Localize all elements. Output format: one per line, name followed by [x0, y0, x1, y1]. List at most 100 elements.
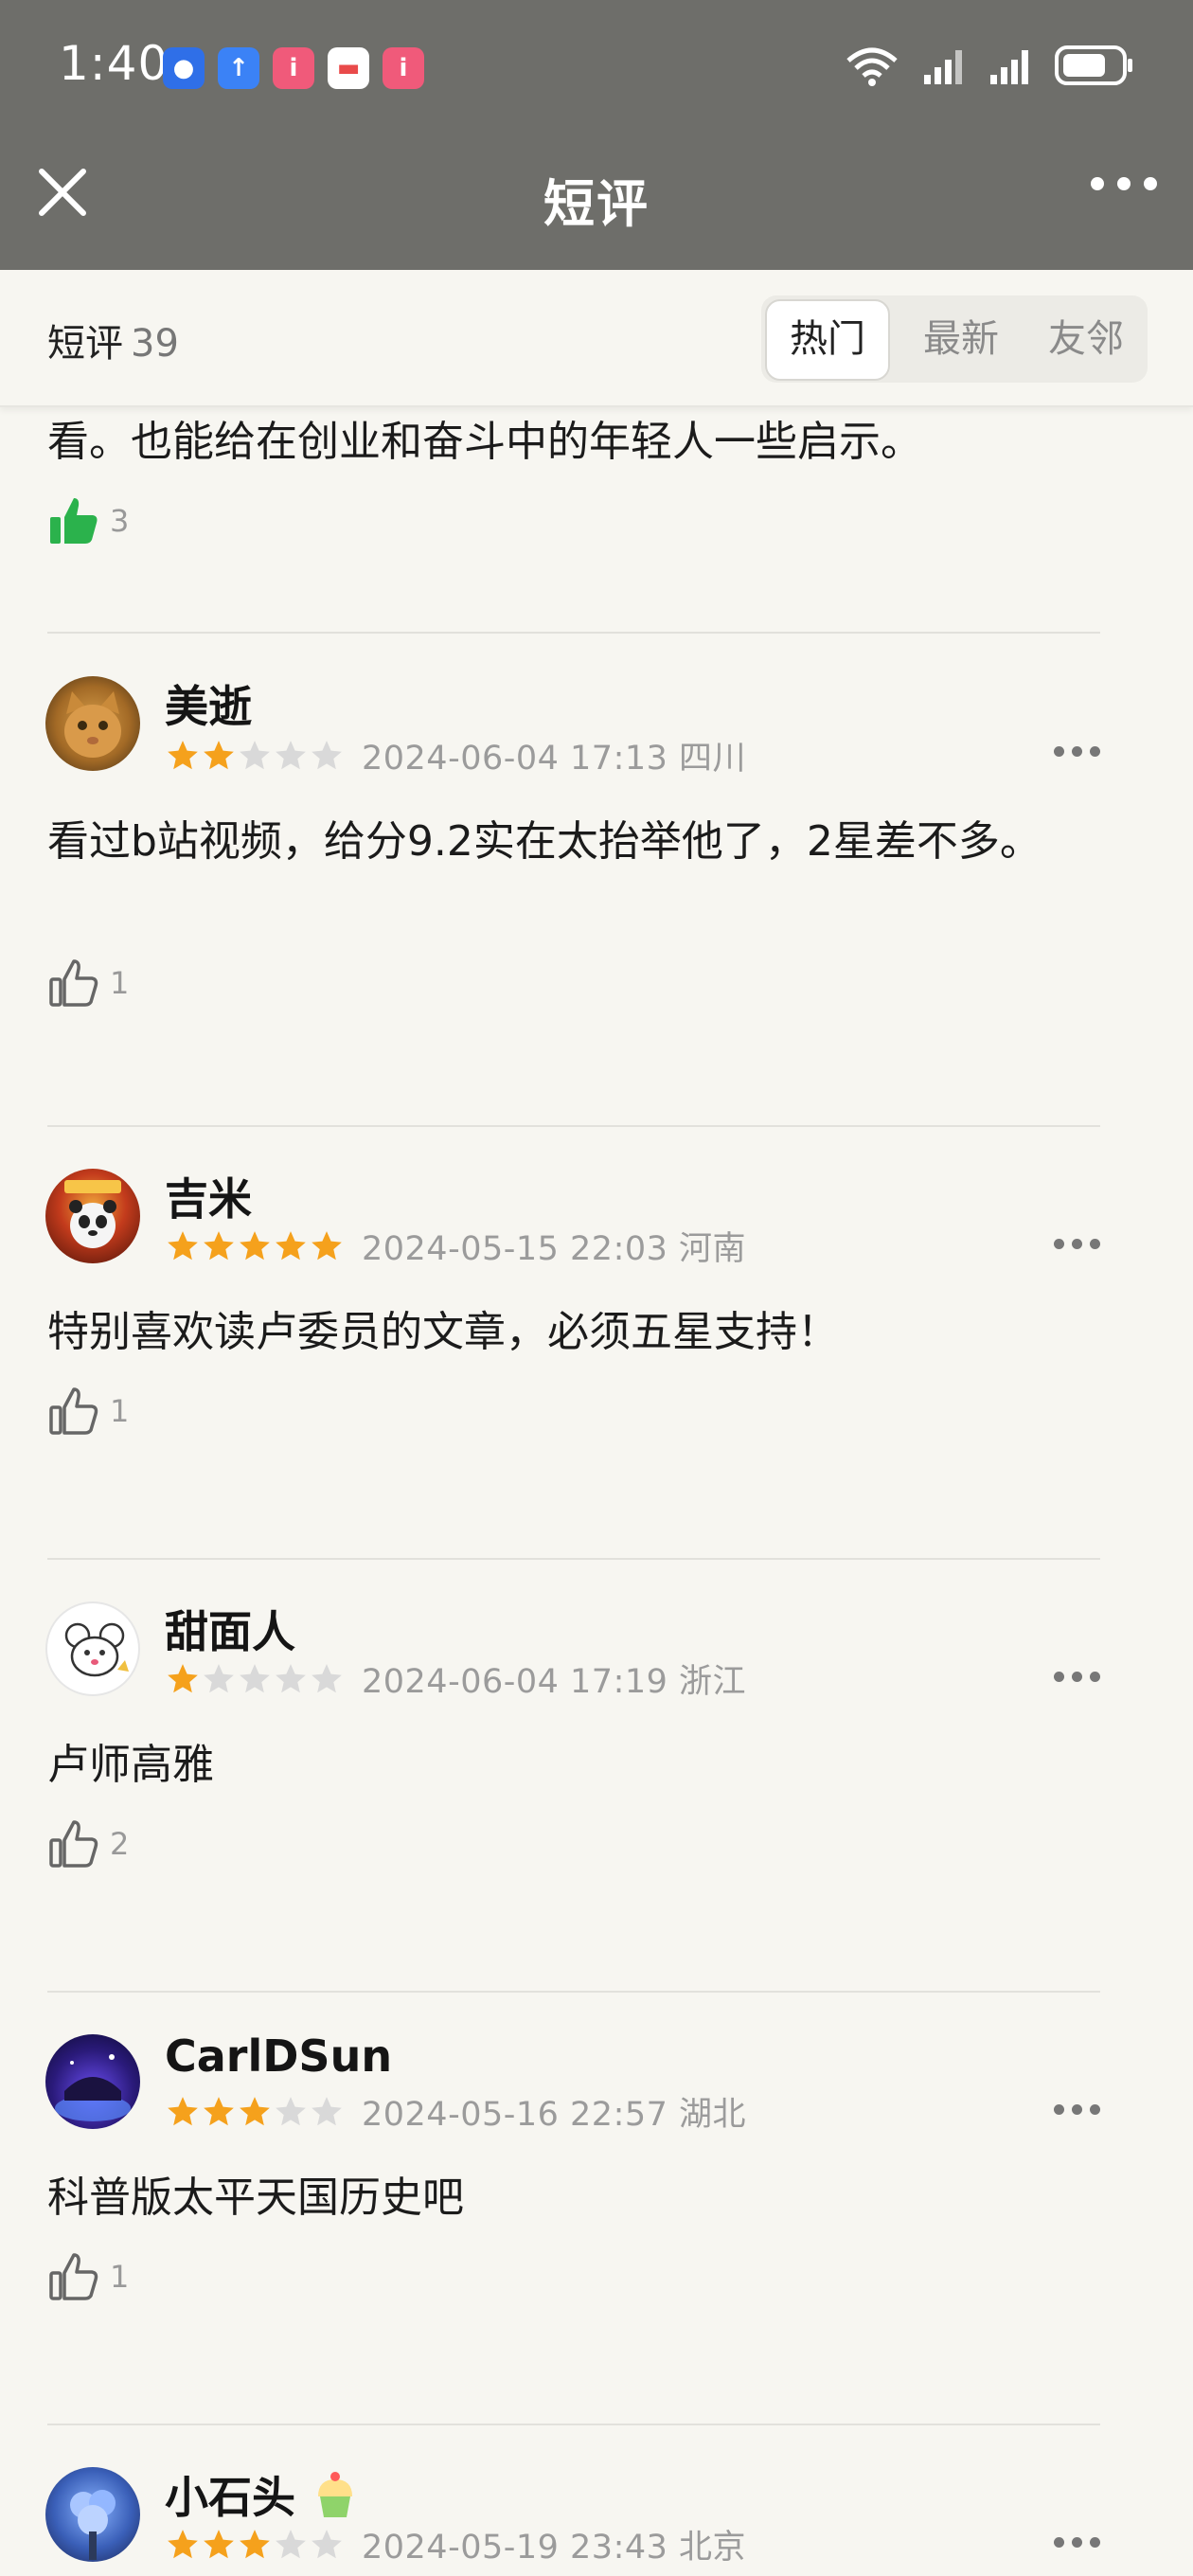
wifi-icon [846, 47, 898, 86]
status-time: 1:40 [59, 36, 169, 91]
star-filled-icon [204, 740, 234, 769]
reviews-count-label: 短评 39 [47, 322, 179, 366]
star-filled-icon [204, 1230, 234, 1260]
reviewer-name[interactable]: 甜面人 [165, 1598, 295, 1660]
like-button[interactable]: 1 [47, 2250, 129, 2303]
signal-icon-2 [990, 50, 1028, 84]
review-date-location: 2024-06-04 17:13 四川 [362, 740, 747, 778]
review-date-location: 2024-06-04 17:19 浙江 [362, 1663, 747, 1701]
filter-bar: 短评 39 热门 最新 友邻 [0, 270, 1193, 407]
mail-app-icon: ▬ [328, 47, 369, 89]
more-options-icon[interactable] [1054, 2104, 1100, 2115]
thumbs-up-icon [49, 1387, 98, 1435]
page-title: 短评 [543, 174, 650, 234]
reviewer-name[interactable]: 小石头 [165, 2463, 295, 2526]
like-button[interactable]: 1 [47, 957, 129, 1010]
more-options-icon[interactable] [1091, 177, 1157, 190]
star-filled-icon [168, 1663, 198, 1692]
panda-poster-avatar-image [64, 1180, 121, 1248]
sort-segmented-control: 热门 最新 友邻 [761, 295, 1148, 383]
upload-app-icon: ↑ [218, 47, 259, 89]
cupcake-badge-icon [318, 2472, 352, 2517]
tab-latest[interactable]: 最新 [899, 295, 1023, 383]
star-rating [165, 738, 345, 774]
like-count: 1 [110, 1393, 130, 1429]
star-filled-icon [240, 1230, 270, 1260]
star-empty-icon [312, 2096, 342, 2125]
status-bar: 1:40 ● ↑ i ▬ i [0, 0, 1193, 137]
star-filled-icon [168, 2096, 198, 2125]
tab-friends[interactable]: 友邻 [1024, 295, 1148, 383]
reviewer-name[interactable]: 吉米 [165, 1165, 252, 1227]
star-filled-icon [276, 1230, 306, 1260]
like-button[interactable]: 1 [47, 1385, 129, 1438]
review-date-location: 2024-05-16 22:57 湖北 [362, 2096, 747, 2134]
review-meta: 2024-06-04 17:19 浙江 [165, 1655, 746, 1703]
tab-hot[interactable]: 热门 [765, 299, 890, 381]
star-filled-icon [240, 2529, 270, 2558]
review-text: 看过b站视频，给分9.2实在太抬举他了，2星差不多。 [47, 817, 1042, 866]
more-options-icon[interactable] [1054, 746, 1100, 757]
reviewer-name[interactable]: CarlDSun [165, 2030, 392, 2082]
star-empty-icon [312, 740, 342, 769]
cat-avatar-image [64, 691, 121, 758]
more-options-icon[interactable] [1054, 1672, 1100, 1682]
signal-icon [924, 50, 962, 84]
divider [47, 2424, 1100, 2425]
reviewer-name[interactable]: 美逝 [165, 672, 252, 735]
red-app-icon-2: i [383, 47, 424, 89]
review-meta: 2024-05-16 22:57 湖北 [165, 2087, 746, 2136]
review-date-location: 2024-05-15 22:03 河南 [362, 1230, 747, 1268]
star-filled-icon [168, 2529, 198, 2558]
header-area: 1:40 ● ↑ i ▬ i 短评 [0, 0, 1193, 270]
star-rating [165, 2094, 345, 2130]
like-count: 1 [110, 2259, 130, 2295]
star-filled-icon [204, 2096, 234, 2125]
more-options-icon[interactable] [1054, 1239, 1100, 1249]
avatar[interactable] [45, 1601, 140, 1696]
reviews-count: 39 [131, 322, 179, 366]
review-meta: 2024-06-04 17:13 四川 [165, 731, 746, 779]
like-button[interactable]: 2 [47, 1817, 129, 1870]
avatar[interactable] [45, 676, 140, 771]
flower-avatar-image [70, 2490, 116, 2560]
divider [47, 1991, 1100, 1993]
battery-icon [1055, 45, 1132, 85]
star-rating [165, 2527, 345, 2563]
app-blue-icon: ● [163, 47, 205, 89]
star-filled-icon [168, 1230, 198, 1260]
star-empty-icon [276, 740, 306, 769]
thumbs-up-icon [49, 959, 98, 1007]
thumbs-up-icon [49, 2253, 98, 2300]
star-empty-icon [276, 1663, 306, 1692]
avatar[interactable] [45, 2034, 140, 2129]
review-date-location: 2024-05-19 23:43 北京 [362, 2529, 747, 2567]
night-sky-avatar-image [55, 2054, 131, 2121]
thumbs-up-icon [49, 1820, 98, 1868]
review-meta: 2024-05-15 22:03 河南 [165, 1222, 746, 1270]
star-filled-icon [168, 740, 198, 769]
star-filled-icon [240, 2096, 270, 2125]
star-rating [165, 1228, 345, 1264]
review-text: 科普版太平天国历史吧 [47, 2174, 464, 2222]
mouse-avatar-image [64, 1622, 129, 1677]
star-empty-icon [312, 2529, 342, 2558]
avatar[interactable] [45, 1169, 140, 1263]
avatar[interactable] [45, 2467, 140, 2562]
review-text: 卢师高雅 [47, 1741, 214, 1789]
star-empty-icon [240, 740, 270, 769]
like-count: 3 [110, 503, 130, 539]
notification-icons: ● ↑ i ▬ i [163, 47, 424, 89]
star-empty-icon [204, 1663, 234, 1692]
divider [47, 632, 1100, 634]
more-options-icon[interactable] [1054, 2537, 1100, 2548]
star-filled-icon [312, 1230, 342, 1260]
star-empty-icon [276, 2096, 306, 2125]
review-meta: 2024-05-19 23:43 北京 [165, 2520, 746, 2568]
like-button-partial[interactable]: 3 [47, 494, 129, 547]
star-empty-icon [276, 2529, 306, 2558]
review-text-partial: 看。也能给在创业和奋斗中的年轻人一些启示。 [47, 418, 922, 466]
divider [47, 1558, 1100, 1560]
reviewer-name-row[interactable]: 小石头 [165, 2463, 362, 2526]
star-empty-icon [240, 1663, 270, 1692]
